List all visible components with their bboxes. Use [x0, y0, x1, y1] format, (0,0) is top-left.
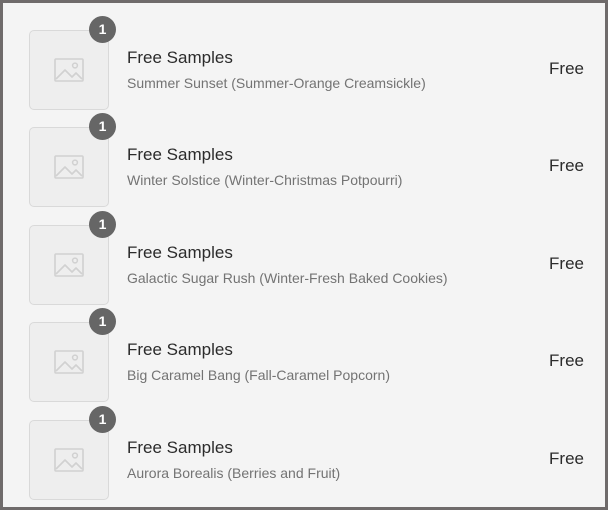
product-price: Free [549, 254, 584, 273]
product-title: Free Samples [127, 340, 233, 359]
product-title: Free Samples [127, 145, 233, 164]
product-thumbnail: 1 [29, 211, 116, 305]
product-thumbnail: 1 [29, 16, 116, 110]
product-thumbnail: 1 [29, 113, 116, 207]
line-item: 1 Free Samples Winter Solstice (Winter-C… [3, 113, 605, 207]
line-item: 1 Free Samples Summer Sunset (Summer-Ora… [3, 16, 605, 110]
product-variant: Big Caramel Bang (Fall-Caramel Popcorn) [127, 367, 390, 383]
product-variant: Aurora Borealis (Berries and Fruit) [127, 465, 341, 481]
image-placeholder-icon [54, 448, 84, 472]
product-thumbnail: 1 [29, 308, 116, 402]
image-placeholder-icon [54, 155, 84, 179]
product-price: Free [549, 449, 584, 468]
product-variant: Galactic Sugar Rush (Winter-Fresh Baked … [127, 270, 448, 286]
product-title: Free Samples [127, 438, 233, 457]
quantity-badge: 1 [89, 308, 116, 335]
line-item: 1 Free Samples Galactic Sugar Rush (Wint… [3, 211, 605, 305]
product-variant: Summer Sunset (Summer-Orange Creamsickle… [127, 75, 426, 91]
product-title: Free Samples [127, 243, 233, 262]
image-placeholder-icon [54, 350, 84, 374]
quantity-badge: 1 [89, 113, 116, 140]
line-item: 1 Free Samples Big Caramel Bang (Fall-Ca… [3, 308, 605, 402]
quantity-badge: 1 [89, 406, 116, 433]
order-summary-list: 1 Free Samples Summer Sunset (Summer-Ora… [0, 0, 608, 510]
product-variant: Winter Solstice (Winter-Christmas Potpou… [127, 172, 403, 188]
product-title: Free Samples [127, 48, 233, 67]
product-price: Free [549, 59, 584, 78]
product-price: Free [549, 156, 584, 175]
line-item: 1 Free Samples Aurora Borealis (Berries … [3, 406, 605, 500]
image-placeholder-icon [54, 253, 84, 277]
quantity-badge: 1 [89, 16, 116, 43]
product-thumbnail: 1 [29, 406, 116, 500]
image-placeholder-icon [54, 58, 84, 82]
quantity-badge: 1 [89, 211, 116, 238]
product-price: Free [549, 351, 584, 370]
